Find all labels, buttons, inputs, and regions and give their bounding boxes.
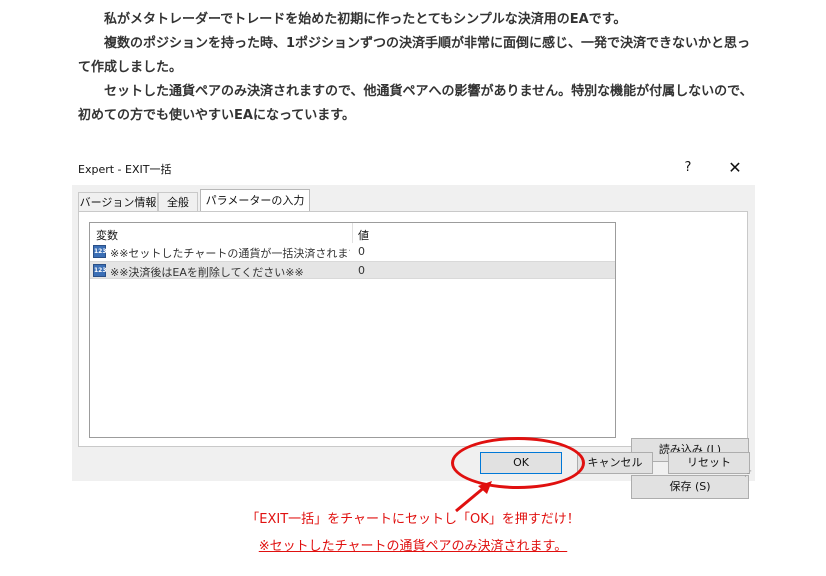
close-button[interactable]: ✕ — [723, 157, 747, 179]
table-row[interactable]: 123 ※※決済後はEAを削除してください※※ 0 — [90, 261, 615, 279]
article-paragraph-2: 複数のポジションを持った時、1ポジションずつの決済手順が非常に面倒に感じ、一発で… — [78, 32, 758, 80]
tab-general[interactable]: 全般 — [158, 192, 198, 211]
annotation-line-2: ※セットしたチャートの通貨ペアのみ決済されます。 — [0, 535, 826, 554]
article-paragraph-1: 私がメタトレーダーでトレードを始めた初期に作ったとてもシンプルな決済用のEAです… — [78, 8, 758, 32]
dialog-title: Expert - EXIT一括 — [78, 163, 172, 176]
table-row[interactable]: 123 ※※セットしたチャートの通貨が一括決済されます... 0 — [90, 243, 615, 261]
reset-button[interactable]: リセット — [668, 452, 750, 474]
resize-grip-icon[interactable]: ⋰ — [744, 469, 752, 478]
parameters-panel: 変数 値 123 ※※セットしたチャートの通貨が一括決済されます... 0 12… — [78, 211, 749, 499]
column-divider[interactable] — [352, 223, 353, 243]
article-paragraph-3-text: セットした通貨ペアのみ決済されますので、他通貨ペアへの影響がありません。特別な機… — [78, 84, 753, 123]
table-header: 変数 値 — [90, 223, 615, 243]
save-button[interactable]: 保存 (S) — [631, 475, 749, 499]
tab-parameters[interactable]: パラメーターの入力 — [200, 189, 310, 212]
cancel-button[interactable]: キャンセル — [577, 452, 653, 474]
dialog-titlebar: Expert - EXIT一括 ? ✕ — [72, 151, 755, 185]
header-variable[interactable]: 変数 — [96, 227, 118, 243]
article-paragraph-1-text: 私がメタトレーダーでトレードを始めた初期に作ったとてもシンプルな決済用のEAです… — [104, 12, 627, 27]
123-icon: 123 — [93, 264, 107, 277]
annotation-line-2-text: ※セットしたチャートの通貨ペアのみ決済されます。 — [258, 539, 568, 554]
parameter-name: ※※決済後はEAを削除してください※※ — [110, 266, 304, 279]
header-value[interactable]: 値 — [358, 227, 369, 243]
parameters-table: 変数 値 123 ※※セットしたチャートの通貨が一括決済されます... 0 12… — [89, 222, 616, 438]
parameter-value[interactable]: 0 — [358, 245, 365, 258]
article-paragraph-3: セットした通貨ペアのみ決済されますので、他通貨ペアへの影響がありません。特別な機… — [78, 80, 758, 128]
123-icon: 123 — [93, 245, 107, 258]
parameter-name: ※※セットしたチャートの通貨が一括決済されます... — [110, 247, 350, 260]
expert-dialog: Expert - EXIT一括 ? ✕ バージョン情報 全般 パラメーターの入力… — [72, 151, 755, 499]
annotation-line-1: 「EXIT一括」をチャートにセットし「OK」を押すだけ！ — [246, 512, 580, 527]
tab-version-info[interactable]: バージョン情報 — [78, 192, 158, 211]
help-button[interactable]: ? — [676, 157, 700, 179]
article-paragraph-2-text: 複数のポジションを持った時、1ポジションずつの決済手順が非常に面倒に感じ、一発で… — [78, 36, 751, 75]
parameter-value[interactable]: 0 — [358, 264, 365, 277]
